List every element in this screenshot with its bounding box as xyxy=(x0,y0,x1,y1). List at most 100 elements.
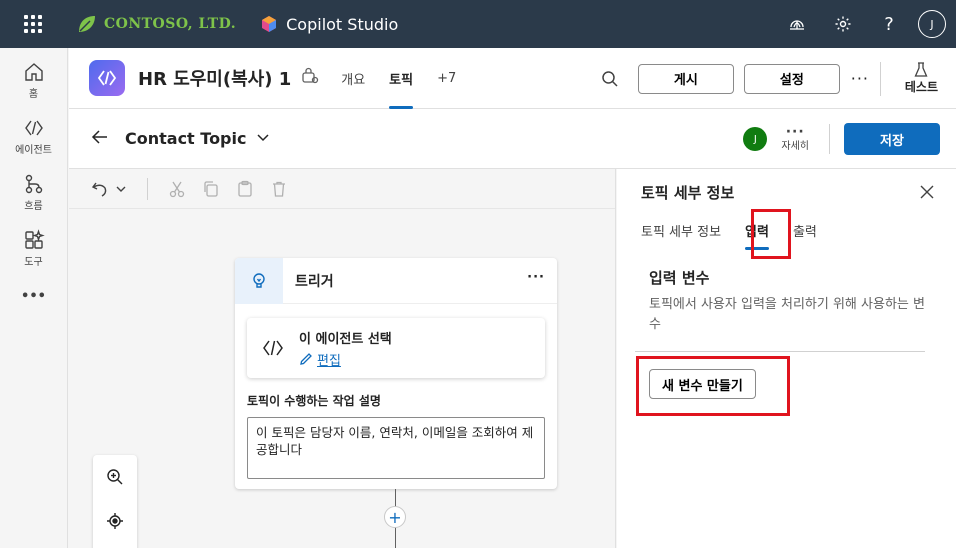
rail-label-flows: 흐름 xyxy=(24,200,43,212)
panel-title: 토픽 세부 정보 xyxy=(641,184,735,202)
search-button[interactable] xyxy=(592,70,628,88)
undo-button[interactable] xyxy=(91,180,127,198)
zoom-in-icon xyxy=(107,469,123,485)
copy-button[interactable] xyxy=(202,180,220,198)
flow-icon xyxy=(25,174,42,193)
details-button[interactable]: ··· 자세히 xyxy=(781,124,830,154)
trash-icon xyxy=(273,181,285,197)
top-bar: CONTOSO, LTD. Copilot Studio ? J xyxy=(0,0,956,48)
user-avatar[interactable]: J xyxy=(918,10,946,38)
leaf-logo-icon xyxy=(79,16,95,32)
tab-outputs[interactable]: 출력 xyxy=(793,221,817,250)
agent-header: HR 도우미(복사) 1 개요 토픽 +7 게시 설정 ··· 테스트 xyxy=(69,48,956,109)
product-name: Copilot Studio xyxy=(286,14,399,34)
settings-button[interactable] xyxy=(820,0,866,48)
topic-header: Contact Topic J ··· 자세히 저장 xyxy=(69,109,956,169)
environment-button[interactable] xyxy=(774,0,820,48)
panel-close-button[interactable] xyxy=(920,185,934,203)
test-label: 테스트 xyxy=(904,80,938,94)
topic-details-panel: 토픽 세부 정보 토픽 세부 정보 입력 출력 입력 변수 토픽에서 사용자 입… xyxy=(617,169,956,548)
rail-item-flows[interactable]: 흐름 xyxy=(0,164,67,220)
zoom-in-button[interactable] xyxy=(93,455,137,499)
agent-logo xyxy=(89,60,125,96)
waffle-icon xyxy=(24,15,42,33)
company-name: CONTOSO, LTD. xyxy=(104,16,237,32)
canvas-toolbar xyxy=(69,169,615,209)
settings-text-button[interactable]: 설정 xyxy=(743,63,840,94)
ellipsis-icon: ··· xyxy=(785,123,805,140)
trigger-card[interactable]: 이 에이전트 선택 편집 xyxy=(247,318,545,378)
panel-divider xyxy=(635,351,925,352)
paste-button[interactable] xyxy=(236,180,254,198)
tab-more[interactable]: +7 xyxy=(425,48,468,109)
input-variables-title: 입력 변수 xyxy=(649,269,710,287)
description-textarea[interactable]: 이 토픽은 담당자 이름, 연락처, 이메일을 조회하여 제공합니다 xyxy=(247,417,545,479)
cut-button[interactable] xyxy=(168,180,186,198)
agent-settings-icon xyxy=(302,67,319,84)
target-icon xyxy=(107,513,123,529)
header-more-button[interactable]: ··· xyxy=(840,69,880,88)
chevron-down-icon xyxy=(257,133,270,141)
collaborator-avatar[interactable]: J xyxy=(743,127,768,151)
rail-item-agents[interactable]: 에이전트 xyxy=(0,108,67,164)
product-brand: Copilot Studio xyxy=(260,15,398,34)
zoom-controls xyxy=(93,455,137,548)
globe-icon xyxy=(790,20,804,30)
panel-tabs: 토픽 세부 정보 입력 출력 xyxy=(641,221,841,250)
highlight-box-inputs-tab xyxy=(751,209,791,259)
more-icon: ••• xyxy=(21,288,46,304)
app-launcher-button[interactable] xyxy=(0,0,66,48)
trigger-edit-label: 편집 xyxy=(317,353,341,369)
trigger-edit-link[interactable]: 편집 xyxy=(299,350,392,369)
help-icon: ? xyxy=(884,13,894,35)
tab-topics[interactable]: 토픽 xyxy=(377,48,425,109)
help-button[interactable]: ? xyxy=(866,0,912,48)
input-variables-description: 토픽에서 사용자 입력을 처리하기 위해 사용하는 변수 xyxy=(649,297,925,332)
rail-label-tools: 도구 xyxy=(24,256,43,268)
trigger-node[interactable]: 트리거 ··· 이 에이전트 선택 편집 토픽이 수행하는 작업 설명 이 토픽… xyxy=(235,257,557,489)
highlight-box-create-variable xyxy=(636,356,790,416)
test-button[interactable]: 테스트 xyxy=(879,61,956,96)
trigger-node-title: 트리거 xyxy=(295,273,334,290)
topic-dropdown-button[interactable] xyxy=(256,130,270,148)
delete-button[interactable] xyxy=(270,180,288,198)
tab-overview[interactable]: 개요 xyxy=(329,48,377,109)
company-brand: CONTOSO, LTD. xyxy=(76,13,236,35)
node-more-button[interactable]: ··· xyxy=(527,270,545,285)
pencil-icon xyxy=(300,353,312,365)
agent-tabs: 개요 토픽 +7 xyxy=(329,48,468,109)
copy-icon xyxy=(204,180,218,197)
tools-icon xyxy=(24,228,45,249)
topic-name: Contact Topic xyxy=(125,129,247,148)
arrow-left-icon xyxy=(91,129,107,144)
agent-code-icon xyxy=(263,340,283,356)
rail-item-home[interactable]: 홈 xyxy=(0,52,67,108)
rail-item-tools[interactable]: 도구 xyxy=(0,220,67,276)
undo-icon xyxy=(91,182,107,197)
agent-edit-button[interactable] xyxy=(301,67,319,89)
left-nav-rail: 홈 에이전트 흐름 도구 ••• xyxy=(0,48,68,548)
trigger-node-header: 트리거 ··· xyxy=(235,257,557,304)
home-icon xyxy=(24,62,43,81)
save-button[interactable]: 저장 xyxy=(844,123,940,155)
trigger-card-title: 이 에이전트 선택 xyxy=(299,331,392,347)
rail-more-button[interactable]: ••• xyxy=(0,276,67,316)
copilot-studio-logo-icon xyxy=(262,16,277,32)
recenter-button[interactable] xyxy=(93,499,137,543)
details-label: 자세히 xyxy=(781,140,809,152)
tab-topic-details[interactable]: 토픽 세부 정보 xyxy=(641,221,721,250)
trigger-card-icon xyxy=(247,337,299,359)
agent-icon xyxy=(24,120,43,135)
flask-icon xyxy=(914,62,928,77)
rail-label-home: 홈 xyxy=(28,88,39,100)
lightbulb-icon xyxy=(253,272,265,288)
chevron-down-icon xyxy=(116,186,126,192)
description-label: 토픽이 수행하는 작업 설명 xyxy=(247,394,381,408)
add-node-button[interactable]: + xyxy=(384,506,406,528)
publish-button[interactable]: 게시 xyxy=(637,63,734,94)
authoring-canvas: 트리거 ··· 이 에이전트 선택 편집 토픽이 수행하는 작업 설명 이 토픽… xyxy=(69,169,616,548)
scissors-icon xyxy=(169,181,185,197)
clipboard-icon xyxy=(238,180,252,197)
back-button[interactable] xyxy=(91,128,111,150)
gear-icon xyxy=(835,16,851,32)
